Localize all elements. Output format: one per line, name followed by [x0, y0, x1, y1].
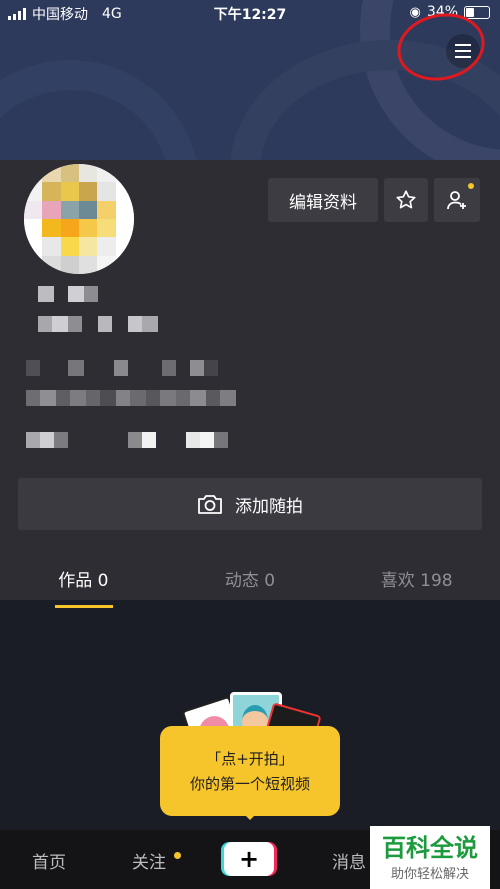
- redacted-bio-line-2: [26, 390, 236, 406]
- profile-panel: 编辑资料 添加随拍: [0, 160, 500, 600]
- star-icon: [396, 190, 416, 209]
- start-shooting-bubble[interactable]: 「点+开拍」 你的第一个短视频: [160, 726, 340, 820]
- watermark-logo: 百科全说 助你轻松解决: [370, 826, 490, 889]
- redacted-stats: [26, 432, 228, 448]
- notification-dot: [468, 183, 474, 189]
- bubble-line-1: 「点+开拍」: [206, 750, 294, 768]
- tab-works[interactable]: 作品 0: [0, 566, 167, 608]
- profile-tabs: 作品 0 动态 0 喜欢 198: [0, 566, 500, 608]
- tab-likes-label: 喜欢 198: [380, 571, 453, 591]
- rotation-lock-icon: ◉: [409, 4, 421, 20]
- avatar[interactable]: [20, 160, 138, 278]
- empty-state[interactable]: 「点+开拍」 你的第一个短视频: [160, 692, 340, 842]
- create-video-button[interactable]: +: [224, 842, 274, 876]
- camera-icon: [198, 495, 222, 514]
- redacted-user-id: [38, 316, 158, 332]
- add-friend-button[interactable]: [434, 178, 480, 222]
- edit-profile-label: 编辑资料: [289, 192, 357, 213]
- tab-moments-label: 动态 0: [224, 571, 276, 591]
- tab-moments[interactable]: 动态 0: [167, 566, 334, 606]
- watermark-subtitle: 助你轻松解决: [390, 867, 469, 882]
- edit-profile-button[interactable]: 编辑资料: [268, 178, 378, 222]
- redacted-nickname: [38, 286, 98, 302]
- tab-likes[interactable]: 喜欢 198: [333, 566, 500, 606]
- nav-home[interactable]: 首页: [32, 848, 66, 873]
- follow-notification-dot: [174, 852, 181, 859]
- battery-icon: [464, 5, 490, 19]
- nav-messages[interactable]: 消息: [332, 848, 366, 873]
- nav-follow[interactable]: 关注: [132, 848, 166, 873]
- tab-works-label: 作品 0: [58, 571, 109, 591]
- add-moment-label: 添加随拍: [235, 496, 303, 517]
- watermark-title: 百科全说: [382, 834, 478, 862]
- plus-icon: +: [238, 845, 260, 873]
- add-friend-icon: [447, 191, 466, 210]
- bubble-line-2: 你的第一个短视频: [189, 775, 310, 793]
- redacted-bio-line-1: [26, 360, 218, 376]
- add-moment-button[interactable]: 添加随拍: [18, 478, 482, 530]
- favorites-button[interactable]: [384, 178, 428, 222]
